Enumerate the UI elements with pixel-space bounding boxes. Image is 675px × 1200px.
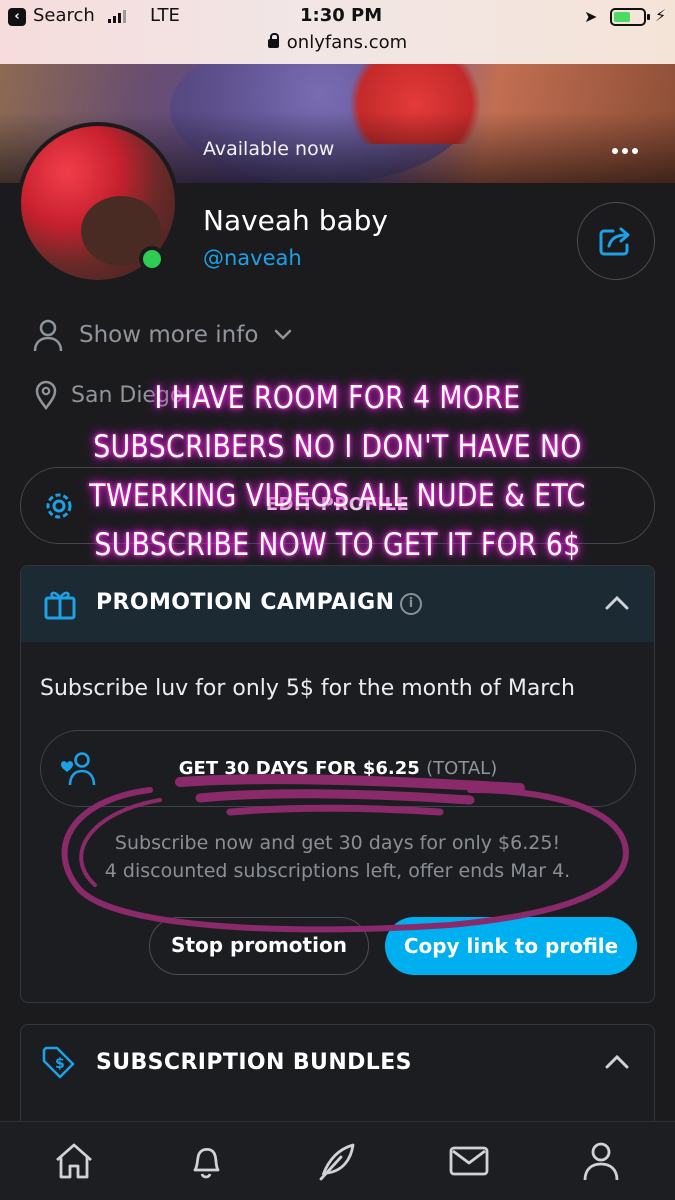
scribble-annotation [61, 774, 629, 933]
envelope-icon [449, 1146, 489, 1176]
subscription-bundles-card[interactable]: $ SUBSCRIPTION BUNDLES [20, 1024, 655, 1134]
feather-icon [320, 1143, 355, 1181]
svg-text:$: $ [55, 1056, 65, 1072]
bundles-title: SUBSCRIPTION BUNDLES [96, 1050, 412, 1075]
bottom-nav [0, 1121, 675, 1200]
nav-profile[interactable] [571, 1131, 631, 1191]
nav-notifications[interactable] [176, 1131, 236, 1191]
bell-icon [193, 1147, 220, 1179]
user-icon [583, 1142, 619, 1181]
chevron-up-icon[interactable] [605, 1055, 629, 1069]
price-tag-icon: $ [42, 1046, 75, 1079]
nav-create-post[interactable] [307, 1131, 367, 1191]
nav-home[interactable] [44, 1131, 104, 1191]
home-icon [55, 1143, 92, 1179]
nav-messages[interactable] [439, 1131, 499, 1191]
